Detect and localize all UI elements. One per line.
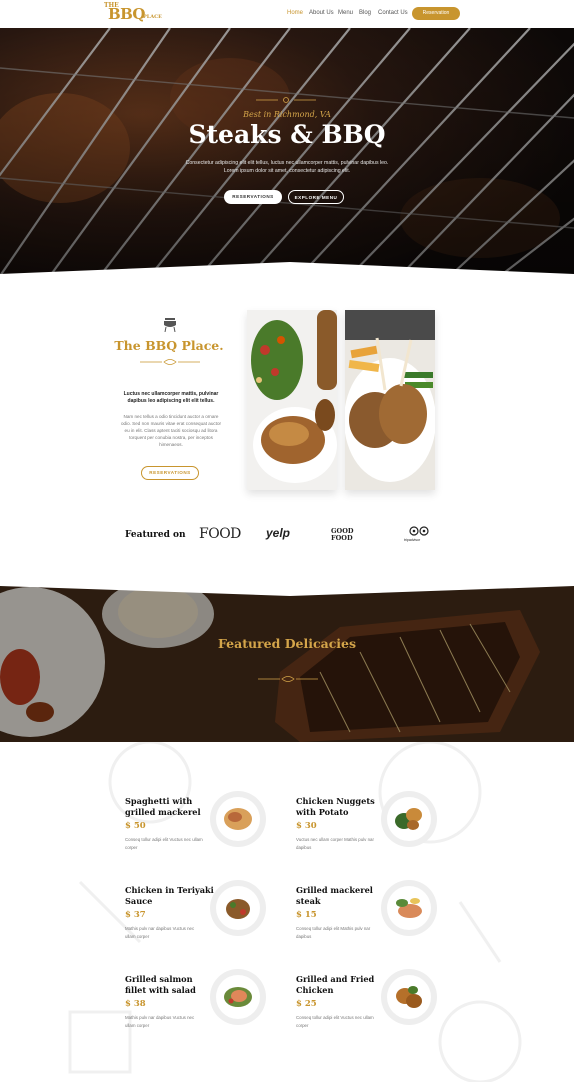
menu-item-name: Chicken in Teriyaki Sauce	[125, 885, 214, 906]
delicacies-ornament-icon	[258, 676, 318, 682]
hero-explore-menu-button[interactable]: EXPLORE MENU	[288, 190, 344, 204]
menu-item-description: Conseq tollur adipi elit Vuctus nec ulla…	[125, 837, 203, 850]
salmon-fillet-plate-image	[210, 969, 266, 1025]
menu-item-name: Chicken Nuggets with Potato	[296, 796, 375, 817]
menu-item[interactable]: Chicken in Teriyaki Sauce $ 37 Mathis pu…	[125, 880, 285, 965]
menu-item[interactable]: Grilled and Fried Chicken $ 25 Conseq to…	[296, 969, 456, 1054]
menu-item-price: $ 38	[125, 999, 146, 1009]
menu-item[interactable]: Spaghetti with grilled mackerel $ 50 Con…	[125, 791, 285, 876]
about-reservations-button[interactable]: RESERVATIONS	[141, 466, 199, 480]
about-title: The BBQ Place.	[114, 338, 224, 353]
logo-bbq: BBQ	[108, 5, 145, 23]
chicken-nuggets-plate-image	[381, 791, 437, 847]
logo[interactable]: THE BBQ PLACE	[104, 2, 164, 26]
menu-item-price: $ 50	[125, 821, 146, 831]
nav-link-about[interactable]: About Us	[309, 10, 334, 16]
steak-salad-photo	[247, 310, 337, 490]
hero-title: Steaks & BBQ	[188, 120, 386, 149]
brand-good-food-logo: GOOD FOOD	[331, 527, 354, 542]
menu-item-price: $ 25	[296, 999, 317, 1009]
menu-item-price: $ 15	[296, 910, 317, 920]
mackerel-steak-plate-image	[381, 880, 437, 936]
top-nav: THE BBQ PLACE Home About Us Menu Blog Co…	[0, 0, 574, 28]
teriyaki-chicken-plate-image	[210, 880, 266, 936]
menu-item-description: Mathis pulv nar dapibus Vuctus nec ullam…	[125, 1015, 195, 1028]
menu-item[interactable]: Grilled salmon fillet with salad $ 38 Ma…	[125, 969, 285, 1054]
brand-tripadvisor-logo: tripadvisor	[404, 538, 421, 542]
about-ornament-icon	[140, 359, 200, 365]
brand-food-logo: FOOD	[199, 526, 241, 542]
nav-link-home[interactable]: Home	[287, 10, 303, 16]
menu-section: Spaghetti with grilled mackerel $ 50 Con…	[0, 742, 574, 1082]
menu-item-description: Mathis pulv nar dapibus Vuctus nec ullam…	[125, 926, 195, 939]
tripadvisor-owl-icon	[409, 526, 429, 536]
brand-yelp-logo: yelp	[266, 526, 291, 540]
hero-ornament-icon	[256, 97, 316, 103]
nav-link-menu[interactable]: Menu	[338, 10, 353, 16]
menu-item-name: Grilled salmon fillet with salad	[125, 974, 196, 995]
logo-place: PLACE	[143, 14, 162, 20]
spaghetti-plate-image	[210, 791, 266, 847]
about-lead-text: Luctus nec ullamcorper mattis, pulvinar …	[123, 391, 219, 404]
reservation-button[interactable]: Reservation	[412, 7, 460, 20]
ribs-background-image	[0, 582, 574, 742]
grill-pattern-background	[68, 742, 522, 1082]
menu-item[interactable]: Grilled mackerel steak $ 15 Conseq tollu…	[296, 880, 456, 965]
menu-item-name: Grilled and Fried Chicken	[296, 974, 375, 995]
nav-link-blog[interactable]: Blog	[359, 10, 371, 16]
menu-item-price: $ 37	[125, 910, 146, 920]
menu-item-description: Vuctus nec ullam corper Mathis pulv nar …	[296, 837, 374, 850]
grill-background-image	[0, 28, 574, 276]
hero-reservations-button[interactable]: RESERVATIONS	[224, 190, 282, 204]
lamb-chops-photo	[345, 310, 435, 490]
featured-on-label: Featured on	[125, 530, 186, 540]
grill-icon	[164, 318, 176, 332]
hero-section: Best in Richmond, VA Steaks & BBQ Consec…	[0, 28, 574, 276]
about-body-text: Nam nec tellus a odio tincidunt auctor a…	[120, 414, 222, 447]
hero-kicker: Best in Richmond, VA	[243, 110, 331, 119]
featured-delicacies-band: Featured Delicacies	[0, 582, 574, 742]
menu-item-description: Conseq tollur adipi elit Vuctus nec ulla…	[296, 1015, 374, 1028]
menu-item-name: Grilled mackerel steak	[296, 885, 373, 906]
menu-item-description: Conseq tollur adipi elit Mathis pulv nar…	[296, 926, 371, 939]
menu-item-price: $ 30	[296, 821, 317, 831]
menu-item[interactable]: Chicken Nuggets with Potato $ 30 Vuctus …	[296, 791, 456, 876]
nav-link-contact[interactable]: Contact Us	[378, 10, 408, 16]
hero-subtitle: Consectetur adipiscing elit elit tellus,…	[185, 160, 389, 174]
fried-chicken-plate-image	[381, 969, 437, 1025]
featured-delicacies-title: Featured Delicacies	[217, 636, 357, 651]
menu-item-name: Spaghetti with grilled mackerel	[125, 796, 201, 817]
